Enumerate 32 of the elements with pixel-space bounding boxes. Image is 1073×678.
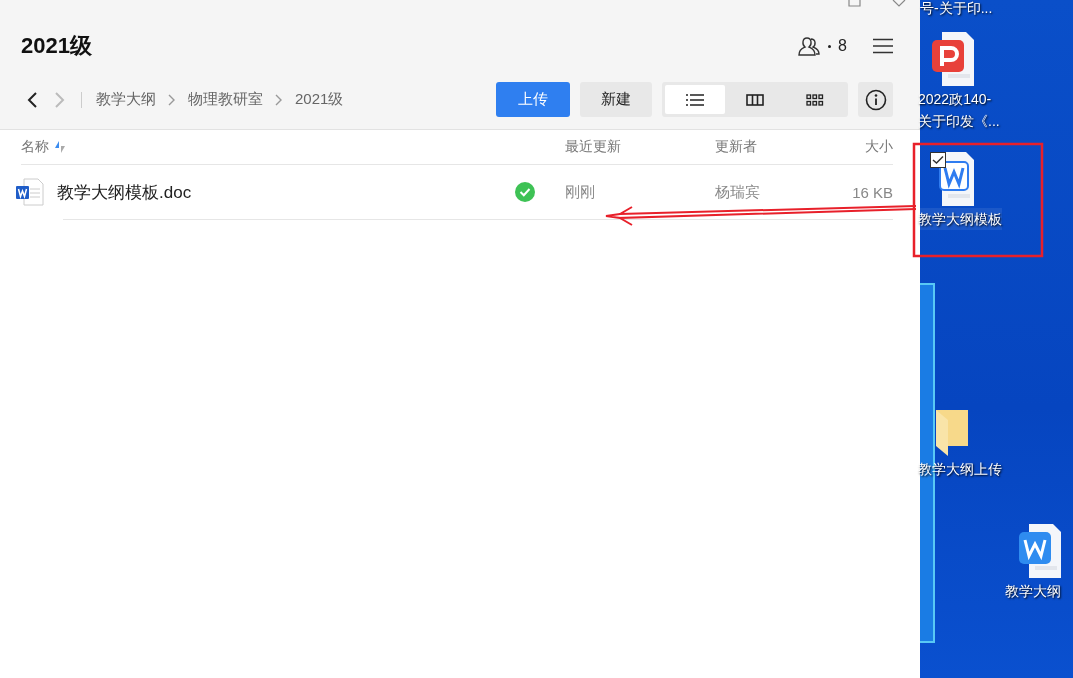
breadcrumb-link[interactable]: 2021级: [295, 90, 344, 109]
table-cell: 16 KB: [852, 183, 893, 201]
close-icon[interactable]: [892, 0, 906, 8]
column-header[interactable]: 最近更新: [565, 138, 621, 156]
members-button[interactable]: 8: [797, 35, 847, 57]
column-header[interactable]: 名称: [21, 138, 49, 156]
breadcrumb-link[interactable]: 教学大纲: [96, 90, 156, 109]
file-name[interactable]: 教学大纲模板.doc: [57, 180, 515, 204]
column-header[interactable]: 更新者: [715, 138, 757, 156]
breadcrumb-link[interactable]: 物理教研室: [188, 90, 263, 109]
info-button[interactable]: [858, 82, 893, 117]
info-icon: [864, 88, 887, 111]
upload-button[interactable]: 上传: [496, 82, 570, 117]
columns-icon: [746, 93, 764, 106]
sort-icon[interactable]: [55, 140, 65, 154]
list-icon: [686, 93, 704, 106]
desktop-icon-label[interactable]: 教学大纲: [1005, 580, 1061, 602]
word-file-icon: [15, 177, 45, 207]
list-view-button[interactable]: [665, 85, 725, 114]
table-cell: 刚刚: [565, 182, 595, 202]
window-title: 2021级: [21, 32, 93, 60]
back-icon[interactable]: [27, 91, 39, 108]
column-header[interactable]: 大小: [865, 138, 893, 156]
chevron-icon: [168, 93, 176, 106]
desktop-icon-label[interactable]: 号-关于印...: [920, 0, 993, 19]
menu-icon[interactable]: [873, 38, 893, 54]
table-cell: 杨瑞宾: [715, 182, 760, 202]
checkbox[interactable]: [930, 152, 946, 168]
new-button[interactable]: 新建: [580, 82, 652, 117]
grid-icon: [806, 93, 824, 106]
people-icon: [797, 35, 822, 57]
chevron-icon: [275, 93, 283, 106]
